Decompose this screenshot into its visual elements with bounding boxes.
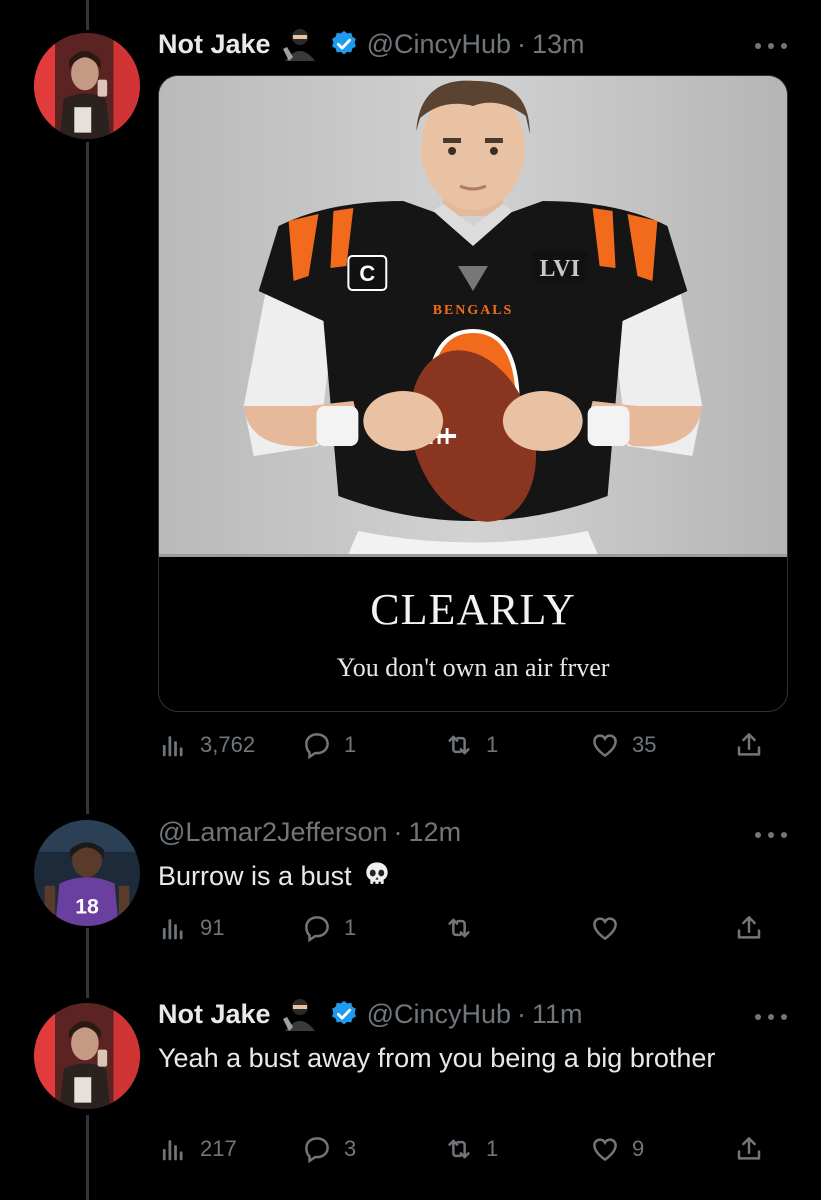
avatar[interactable] [34, 1003, 140, 1109]
handle[interactable]: @CincyHub [367, 999, 511, 1030]
tweet-header: Not Jake @CincyHub · 11m [158, 997, 583, 1031]
retweet-icon [448, 918, 470, 938]
views-count: 217 [200, 1136, 237, 1161]
like-icon [593, 917, 617, 941]
tweet-2[interactable]: 18 @Lamar2Jefferson · 12m Burrow is a bu… [0, 800, 821, 1000]
more-icon[interactable] [755, 41, 787, 51]
views-icon [162, 1140, 183, 1161]
separator-dot: · [517, 28, 527, 59]
reply-icon [305, 916, 329, 943]
ninja-emoji-icon [282, 29, 315, 61]
retweet-count: 1 [486, 732, 499, 757]
views-button[interactable]: 91 [158, 913, 224, 943]
views-count: 3,762 [200, 732, 256, 757]
like-count: 9 [632, 1136, 645, 1161]
timestamp[interactable]: 13m [532, 29, 585, 60]
reply-count: 3 [344, 1136, 357, 1161]
retweet-button[interactable]: 1 [444, 1134, 498, 1164]
more-icon[interactable] [755, 830, 787, 840]
tweet-actions: 217 3 1 9 [158, 1134, 768, 1170]
svg-text:C: C [359, 261, 375, 286]
tweet-3[interactable]: Not Jake @CincyHub · 11m Yeah a bust awa… [0, 997, 821, 1200]
verified-icon [331, 1000, 356, 1025]
retweet-button[interactable] [444, 913, 486, 943]
share-icon [737, 916, 761, 939]
separator-dot: · [517, 998, 527, 1029]
svg-text:18: 18 [75, 895, 99, 918]
reply-button[interactable]: 3 [302, 1134, 356, 1164]
views-button[interactable]: 3,762 [158, 730, 255, 760]
like-button[interactable]: 35 [590, 730, 656, 760]
handle[interactable]: @CincyHub [367, 29, 511, 60]
tweet-1[interactable]: Not Jake @CincyHub · 13m C LVI BENGALS C… [0, 0, 821, 800]
handle[interactable]: @Lamar2Jefferson [158, 817, 388, 848]
reply-count: 1 [344, 915, 357, 940]
tweet-actions: 91 1 [158, 913, 768, 949]
reply-button[interactable]: 1 [302, 913, 356, 943]
media-photo: C LVI BENGALS [159, 76, 787, 554]
tweet-media[interactable]: C LVI BENGALS CLEARLY You don't own an a… [158, 75, 788, 712]
tweet-actions: 3,762 1 1 35 [158, 730, 768, 766]
poster-caption-subtitle: You don't own an air frver [336, 653, 610, 682]
svg-text:LVI: LVI [540, 256, 580, 282]
timestamp[interactable]: 12m [409, 817, 462, 848]
reply-button[interactable]: 1 [302, 730, 356, 760]
retweet-icon [448, 1139, 470, 1159]
like-button[interactable]: 9 [590, 1134, 644, 1164]
share-button[interactable] [734, 913, 776, 943]
tweet-header: Not Jake @CincyHub · 13m [158, 27, 585, 61]
views-icon [162, 919, 183, 940]
tweet-text: Yeah a bust away from you being a big br… [158, 1043, 716, 1073]
avatar[interactable]: 18 [34, 820, 140, 926]
poster-divider [159, 554, 787, 557]
like-button[interactable] [590, 913, 632, 943]
svg-text:BENGALS: BENGALS [433, 303, 514, 318]
like-icon [593, 1138, 617, 1162]
like-icon [593, 734, 617, 758]
share-icon [737, 733, 761, 756]
share-button[interactable] [734, 1134, 776, 1164]
retweet-icon [448, 735, 470, 755]
tweet-text-content: Burrow is a bust [158, 861, 352, 891]
tweet-text: Burrow is a bust [158, 856, 758, 896]
views-icon [162, 736, 183, 757]
reply-icon [305, 733, 329, 760]
reply-count: 1 [344, 732, 357, 757]
like-count: 35 [632, 732, 657, 757]
more-icon[interactable] [755, 1012, 787, 1022]
retweet-count: 1 [486, 1136, 499, 1161]
tweet-header: @Lamar2Jefferson · 12m [158, 817, 461, 848]
reply-icon [305, 1137, 329, 1164]
ninja-emoji-icon [282, 999, 315, 1031]
share-icon [737, 1137, 761, 1160]
skull-emoji-icon [366, 862, 388, 884]
poster-caption-title: CLEARLY [370, 585, 576, 634]
views-count: 91 [200, 915, 225, 940]
display-name[interactable]: Not Jake [158, 29, 271, 60]
timestamp[interactable]: 11m [532, 999, 583, 1030]
verified-icon [331, 30, 356, 55]
views-button[interactable]: 217 [158, 1134, 237, 1164]
avatar[interactable] [34, 33, 140, 139]
display-name[interactable]: Not Jake [158, 999, 271, 1030]
share-button[interactable] [734, 730, 776, 760]
retweet-button[interactable]: 1 [444, 730, 498, 760]
separator-dot: · [393, 817, 403, 847]
